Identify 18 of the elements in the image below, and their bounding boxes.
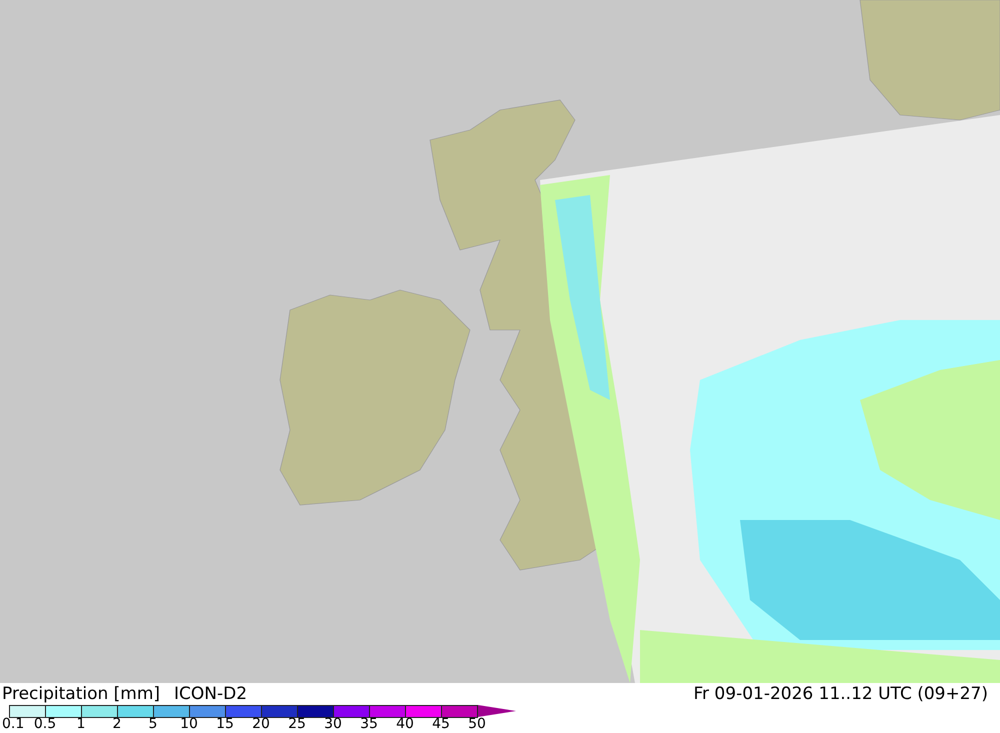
scale-label: 20 [251, 717, 271, 732]
scale-label: 35 [359, 717, 379, 732]
scale-label: 0.5 [32, 717, 58, 732]
scale-label: 40 [395, 717, 415, 732]
scale-label: 15 [215, 717, 235, 732]
scale-label: 5 [148, 717, 158, 732]
valid-time: Fr 09-01-2026 11..12 UTC (09+27) [694, 684, 988, 704]
scale-label: 25 [287, 717, 307, 732]
scale-label: 2 [112, 717, 122, 732]
scale-label: 30 [323, 717, 343, 732]
scale-label: 0.1 [2, 717, 26, 732]
scale-label: 50 [467, 717, 487, 732]
model-name: ICON-D2 [174, 684, 248, 704]
overflow-arrow-icon [478, 705, 516, 717]
scale-label: 45 [431, 717, 451, 732]
scale-label: 1 [76, 717, 86, 732]
scale-label: 10 [179, 717, 199, 732]
legend-title: Precipitation [mm] [2, 684, 160, 704]
